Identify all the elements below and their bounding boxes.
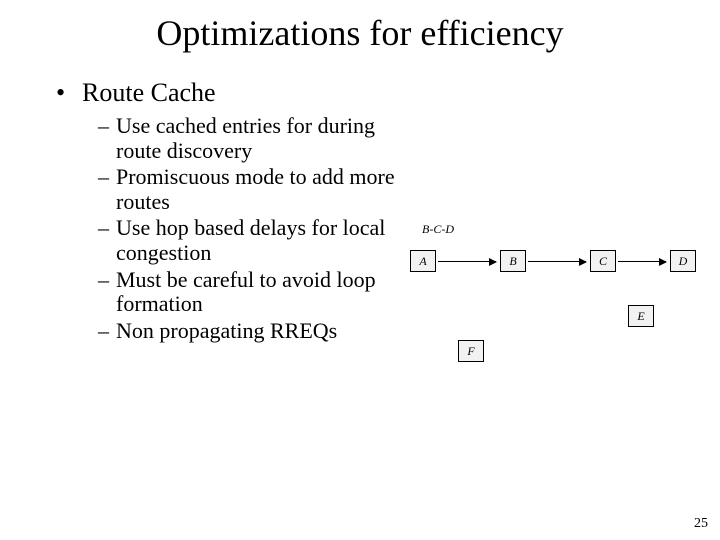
page-number: 25 <box>694 516 708 532</box>
dash-icon: – <box>98 319 109 344</box>
slide-title: Optimizations for efficiency <box>0 14 720 54</box>
node-e: E <box>628 305 654 327</box>
dash-icon: – <box>98 268 109 293</box>
dash-icon: – <box>98 216 109 241</box>
sub-bullet-text: Promiscuous mode to add more routes <box>116 164 395 214</box>
sub-bullet: – Must be careful to avoid loop formatio… <box>98 268 398 317</box>
bullet-text: Route Cache <box>82 78 216 107</box>
node-d: D <box>670 250 696 272</box>
sub-bullet-text: Use cached entries for during route disc… <box>116 113 375 163</box>
arrow-a-b <box>438 261 496 262</box>
sub-bullet-group: – Use cached entries for during route di… <box>98 114 398 344</box>
dash-icon: – <box>98 114 109 139</box>
bullet-level1: • Route Cache <box>56 78 676 108</box>
slide: Optimizations for efficiency • Route Cac… <box>0 0 720 540</box>
node-f: F <box>458 340 484 362</box>
node-a: A <box>410 250 436 272</box>
sub-bullet: – Non propagating RREQs <box>98 319 398 344</box>
dash-icon: – <box>98 165 109 190</box>
arrow-b-c <box>528 261 586 262</box>
node-b: B <box>500 250 526 272</box>
route-diagram: B-C-D A B C D E F <box>400 200 700 400</box>
sub-bullet-text: Use hop based delays for local congestio… <box>116 215 385 265</box>
cache-label: B-C-D <box>422 222 454 237</box>
sub-bullet-text: Non propagating RREQs <box>116 318 337 343</box>
sub-bullet: – Use cached entries for during route di… <box>98 114 398 163</box>
node-c: C <box>590 250 616 272</box>
sub-bullet: – Promiscuous mode to add more routes <box>98 165 398 214</box>
bullet-dot-icon: • <box>56 78 65 108</box>
arrow-c-d <box>618 261 666 262</box>
sub-bullet: – Use hop based delays for local congest… <box>98 216 398 265</box>
sub-bullet-text: Must be careful to avoid loop formation <box>116 267 376 317</box>
